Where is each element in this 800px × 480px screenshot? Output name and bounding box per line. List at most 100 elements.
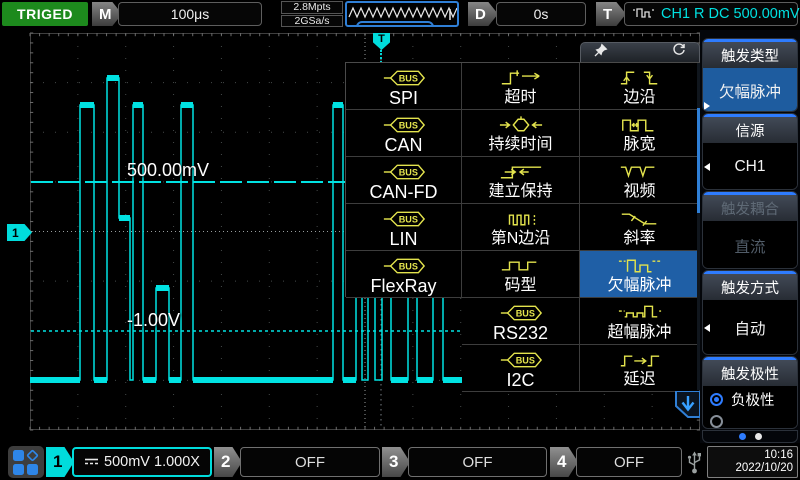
adjust-arrow-icon	[704, 324, 710, 332]
menu-item-I2C[interactable]: BUSI2C	[462, 345, 580, 392]
channel-4-group: 4OFF	[550, 447, 684, 477]
channel-1-group: 1 500mV 1.000X	[46, 447, 214, 477]
svg-text:BUS: BUS	[398, 214, 417, 224]
menu-item-label: 码型	[504, 277, 536, 295]
sidebar-section-触发方式: 触发方式自动	[702, 270, 798, 355]
channel-3-badge[interactable]: 3	[382, 447, 410, 477]
menu-item-label: 边沿	[623, 89, 655, 107]
menu-item-SPI[interactable]: BUS SPI	[346, 63, 462, 110]
waveform-preview[interactable]	[345, 1, 459, 27]
menu-scroll-down-button[interactable]	[675, 391, 701, 419]
delay-value[interactable]: 0s	[496, 2, 586, 26]
section-value-button: 直流	[703, 221, 797, 269]
section-value-button[interactable]: 负极性	[703, 386, 797, 429]
channel-2-badge[interactable]: 2	[214, 447, 242, 477]
refresh-icon[interactable]	[671, 42, 687, 63]
menu-item-FlexRay[interactable]: BUSFlexRay	[346, 251, 462, 298]
channel-2-group: 2OFF	[214, 447, 382, 477]
menu-item-CAN[interactable]: BUS CAN	[346, 110, 462, 157]
adjust-arrow-icon	[704, 163, 710, 171]
menu-item-label: 超幅脉冲	[607, 324, 671, 342]
radio-option-负极性[interactable]: 负极性	[703, 389, 797, 409]
timebase-value[interactable]: 100μs	[118, 2, 262, 26]
page-dot-active	[739, 433, 746, 440]
svg-text:BUS: BUS	[398, 120, 417, 130]
square-icon	[13, 450, 24, 461]
svg-text:BUS: BUS	[398, 73, 417, 83]
channel-value: 500mV 1.000X	[104, 454, 200, 470]
app-menu-button[interactable]	[8, 446, 44, 478]
menu-item-CAN-FD[interactable]: BUS CAN-FD	[346, 157, 462, 204]
trigger-info[interactable]: CH1 R DC 500.00mV	[624, 2, 798, 26]
menu-item-label: CAN	[384, 136, 422, 154]
menu-item-超幅脉冲[interactable]: 超幅脉冲	[580, 298, 700, 345]
channel-1-setting[interactable]: 500mV 1.000X	[72, 447, 212, 477]
menu-item-持续时间[interactable]: 持续时间	[462, 110, 580, 157]
menu-item-第N边沿[interactable]: 第N边沿	[462, 204, 580, 251]
delay-badge: D	[468, 2, 498, 26]
section-value-button[interactable]: 欠幅脉冲	[703, 68, 797, 112]
channel-3-group: 3 OFF	[382, 447, 549, 477]
menu-item-超时[interactable]: 超时	[462, 63, 580, 110]
section-title: 触发极性	[703, 357, 797, 386]
time: 10:16	[764, 449, 793, 462]
sidebar-section-触发耦合: 触发耦合直流	[702, 191, 798, 269]
lower-level-label: -1.00V	[127, 310, 180, 331]
bus-icon: BUS	[498, 303, 544, 323]
channel-2-setting[interactable]: OFF	[240, 447, 380, 477]
video-icon	[617, 162, 663, 182]
section-value-button[interactable]: CH1	[703, 143, 797, 190]
menu-item-label: 斜率	[623, 230, 655, 248]
channel-4-setting[interactable]: OFF	[576, 447, 682, 477]
channel-bar: 10:16 2022/10/20 1500mV 1.000X2OFF3OFF4O…	[0, 444, 800, 480]
usb-icon	[686, 448, 703, 480]
clock: 10:16 2022/10/20	[707, 446, 798, 478]
radio-icon[interactable]	[710, 415, 723, 428]
menu-item-label: 视频	[623, 183, 655, 201]
menu-item-斜率[interactable]: 斜率	[580, 204, 700, 251]
square-icon	[13, 464, 24, 475]
svg-text:BUS: BUS	[515, 308, 534, 318]
channel-value: OFF	[463, 454, 493, 471]
memory-depth: 2.8Mpts	[281, 1, 343, 14]
bus-icon: BUS	[381, 162, 427, 182]
menu-item-RS232[interactable]: BUSRS232	[462, 298, 580, 345]
radio-label: 负极性	[731, 389, 775, 410]
bus-icon: BUS	[381, 256, 427, 276]
timeout-icon	[498, 68, 544, 88]
bus-icon: BUS	[381, 115, 427, 135]
menu-item-欠幅脉冲[interactable]: 欠幅脉冲	[580, 251, 700, 298]
svg-text:BUS: BUS	[398, 167, 417, 177]
bus-icon: BUS	[381, 68, 427, 88]
dc-coupling-icon	[84, 454, 99, 470]
pin-icon[interactable]	[593, 42, 609, 63]
sidebar-section-触发极性: 触发极性负极性	[702, 356, 798, 429]
channel-1-badge[interactable]: 1	[46, 447, 74, 477]
svg-text:BUS: BUS	[515, 355, 534, 365]
menu-item-label: SPI	[389, 89, 418, 107]
section-value-button[interactable]: 自动	[703, 300, 797, 355]
duration-icon	[498, 115, 544, 135]
menu-item-视频[interactable]: 视频	[580, 157, 700, 204]
menu-item-label: CAN-FD	[370, 183, 438, 201]
slope-icon	[617, 209, 663, 229]
radio-icon[interactable]	[710, 393, 723, 406]
menu-item-label: 第N边沿	[491, 230, 551, 248]
menu-item-label: FlexRay	[370, 277, 436, 295]
channel-4-badge[interactable]: 4	[550, 447, 578, 477]
menu-item-脉宽[interactable]: 脉宽	[580, 110, 700, 157]
menu-item-建立保持[interactable]: 建立保持	[462, 157, 580, 204]
menu-item-延迟[interactable]: 延迟	[580, 345, 700, 392]
menu-header	[580, 42, 700, 62]
menu-item-LIN[interactable]: BUS LIN	[346, 204, 462, 251]
menu-item-码型[interactable]: 码型	[462, 251, 580, 298]
menu-item-边沿[interactable]: 边沿	[580, 63, 700, 110]
menu-item-label: 欠幅脉冲	[607, 277, 671, 295]
radio-option[interactable]	[703, 412, 797, 429]
page-dot	[755, 433, 762, 440]
section-title: 触发类型	[703, 39, 797, 68]
bus-icon: BUS	[381, 209, 427, 229]
menu-item-label: LIN	[389, 230, 417, 248]
trigger-level-label: 500.00mV	[127, 160, 209, 181]
channel-3-setting[interactable]: OFF	[408, 447, 547, 477]
